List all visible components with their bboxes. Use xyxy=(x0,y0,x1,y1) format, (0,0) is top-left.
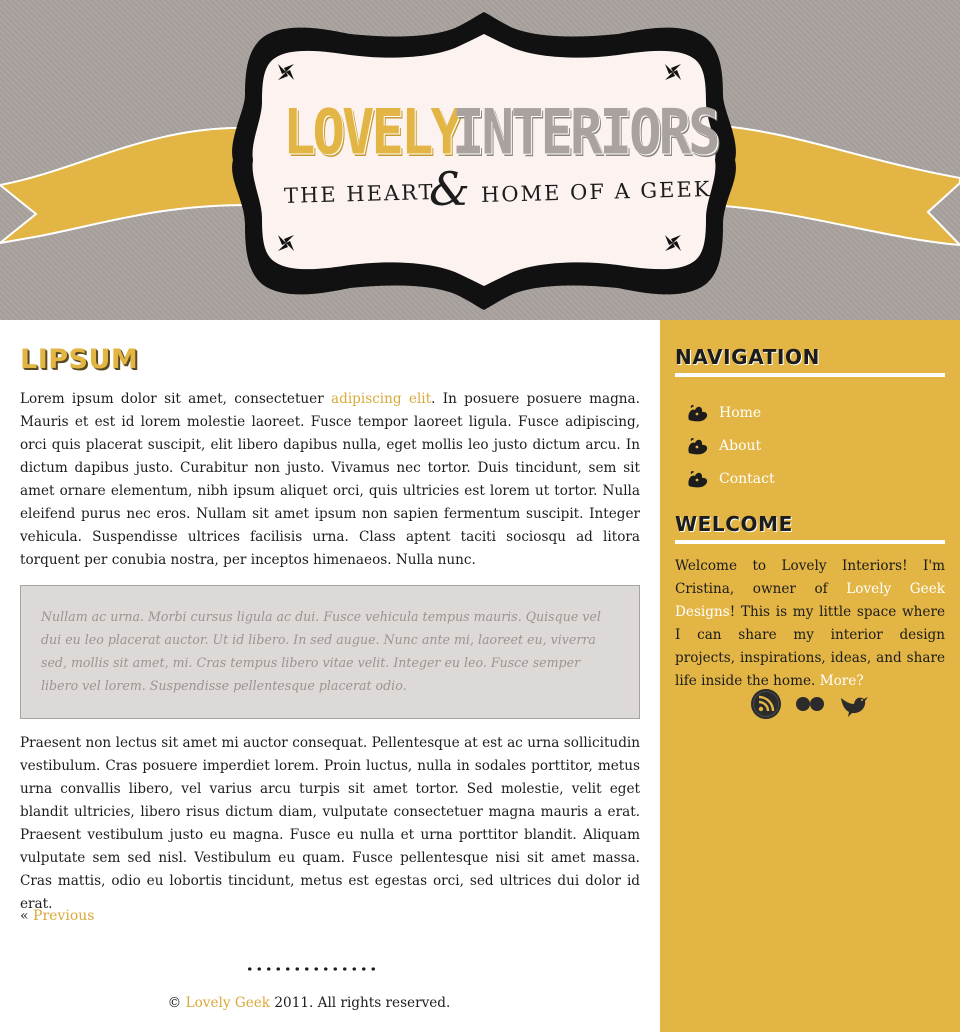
copyright-text: 2011. All rights reserved. xyxy=(274,995,451,1011)
previous-nav: « Previous xyxy=(20,908,94,924)
nav-item-contact[interactable]: Contact xyxy=(685,462,775,495)
p1-text-start: Lorem ipsum dolor sit amet, consectetuer xyxy=(20,391,332,407)
tagline-right: Home of a Geek xyxy=(480,176,712,208)
blockquote: Nullam ac urna. Morbi cursus ligula ac d… xyxy=(20,585,640,719)
post-paragraph-2: Praesent non lectus sit amet mi auctor c… xyxy=(20,735,640,912)
more-link[interactable]: More? xyxy=(820,673,864,689)
lovely-geek-link[interactable]: Lovely Geek xyxy=(186,995,270,1011)
post-paragraph-1: Lorem ipsum dolor sit amet, consectetuer… xyxy=(20,388,640,572)
site-header: LOVELY INTERIORS The Heart & Home of a G… xyxy=(0,0,960,320)
squirrel-icon xyxy=(688,470,708,487)
navigation-list: Home About Contact xyxy=(685,396,775,495)
tagline-ampersand: & xyxy=(429,162,470,216)
post-title: LIPSUM xyxy=(20,344,139,375)
welcome-paragraph: Welcome to Lovely Interiors! I'm Cristin… xyxy=(675,555,945,693)
copyright-symbol: © xyxy=(167,995,182,1011)
nav-label-home: Home xyxy=(719,404,762,421)
twitter-bird-icon[interactable] xyxy=(838,688,870,720)
sidebar: NAVIGATION Home About Contact WELCOME We… xyxy=(660,320,960,1032)
nav-item-about[interactable]: About xyxy=(685,429,775,462)
navigation-heading: NAVIGATION xyxy=(675,345,945,377)
site-logo[interactable]: LOVELY INTERIORS The Heart & Home of a G… xyxy=(0,0,960,320)
footer-copyright: © Lovely Geek 2011. All rights reserved. xyxy=(0,995,618,1011)
main-content: LIPSUM Lorem ipsum dolor sit amet, conse… xyxy=(0,320,660,1032)
rss-icon[interactable] xyxy=(750,688,782,720)
welcome-heading: WELCOME xyxy=(675,512,945,544)
squirrel-icon xyxy=(688,437,708,454)
p1-text-end: . In posuere posuere magna. Mauris et es… xyxy=(20,391,640,568)
logo-word-lovely: LOVELY xyxy=(283,96,463,169)
adipiscing-elit-link[interactable]: adipiscing elit xyxy=(331,391,431,407)
squirrel-icon xyxy=(688,404,708,421)
nav-item-home[interactable]: Home xyxy=(685,396,775,429)
previous-arrow: « xyxy=(20,908,29,924)
tagline-left: The Heart xyxy=(283,180,435,208)
social-icons xyxy=(750,688,870,720)
logo-word-interiors: INTERIORS xyxy=(452,96,721,169)
footer-divider-dots xyxy=(245,966,377,972)
flickr-icon[interactable] xyxy=(794,688,826,720)
nav-label-contact: Contact xyxy=(719,470,775,487)
nav-label-about: About xyxy=(719,437,762,454)
blockquote-text: Nullam ac urna. Morbi cursus ligula ac d… xyxy=(41,609,601,693)
previous-link[interactable]: Previous xyxy=(33,908,94,924)
